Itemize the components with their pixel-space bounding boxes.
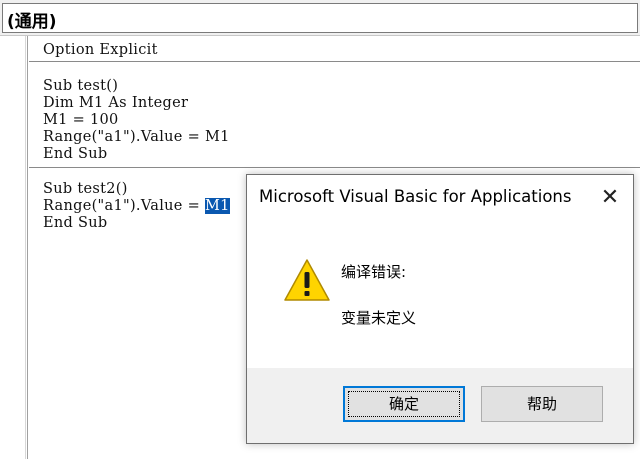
error-message: 变量未定义 [341,309,417,327]
code-line[interactable]: Sub test() [43,78,118,94]
help-button-label: 帮助 [526,395,557,413]
close-icon[interactable]: ✕ [597,185,623,211]
dialog-title: Microsoft Visual Basic for Applications [259,187,572,206]
object-bar: (通用) [0,0,640,36]
code-line[interactable]: End Sub [43,215,107,231]
gutter-divider [0,36,26,459]
code-line-text: Range("a1").Value = [43,198,205,214]
code-line[interactable]: Range("a1").Value = M1 [43,129,230,145]
dialog-footer: 确定 帮助 [247,368,633,443]
ok-button[interactable]: 确定 [343,386,465,422]
object-dropdown-value: (通用) [7,12,57,32]
procedure-separator [29,167,640,168]
code-line[interactable]: Dim M1 As Integer [43,95,188,111]
code-line[interactable]: Option Explicit [43,42,158,58]
focus-rectangle [348,391,460,417]
procedure-separator [29,61,640,62]
help-button[interactable]: 帮助 [481,386,603,422]
selected-token[interactable]: M1 [204,198,230,214]
error-heading: 编译错误: [341,263,407,281]
code-line[interactable]: Range("a1").Value = M1 [43,198,230,214]
code-line[interactable]: End Sub [43,146,107,162]
warning-icon [284,259,330,301]
compile-error-dialog: Microsoft Visual Basic for Applications … [246,174,634,444]
code-line[interactable]: Sub test2() [43,181,128,197]
code-line[interactable]: M1 = 100 [43,112,119,128]
object-dropdown[interactable]: (通用) [2,3,638,33]
